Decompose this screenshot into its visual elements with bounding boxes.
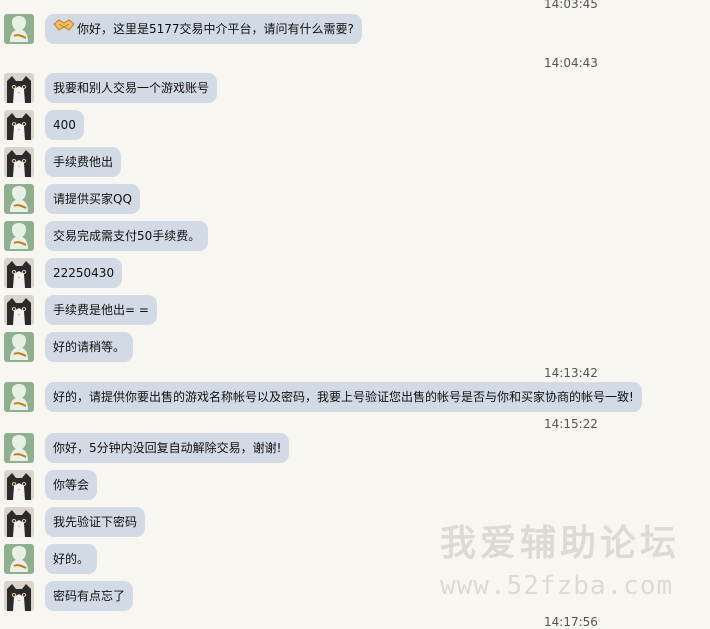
message-bubble: 手续费他出	[45, 147, 122, 177]
timestamp: 14:15:22	[544, 417, 598, 431]
user-avatar-icon[interactable]	[4, 258, 34, 288]
message-bubble: 好的请稍等。	[45, 332, 134, 362]
user-avatar-icon[interactable]	[4, 73, 34, 103]
message-bubble: 你好，这里是5177交易中介平台，请问有什么需要?	[45, 14, 362, 44]
user-avatar-icon[interactable]	[4, 295, 34, 325]
message-bubble: 好的，请提供你要出售的游戏名称帐号以及密码，我要上号验证您出售的帐号是否与你和买…	[45, 382, 642, 412]
agent-avatar-icon[interactable]	[4, 14, 34, 44]
message-bubble: 密码有点忘了	[45, 581, 134, 611]
message-bubble: 交易完成需支付50手续费。	[45, 221, 209, 251]
agent-avatar-icon[interactable]	[4, 332, 34, 362]
agent-avatar-icon[interactable]	[4, 382, 34, 412]
message-bubble: 我先验证下密码	[45, 507, 146, 537]
handshake-icon	[53, 13, 75, 43]
agent-avatar-icon[interactable]	[4, 184, 34, 214]
agent-avatar-icon[interactable]	[4, 544, 34, 574]
message-bubble: 好的。	[45, 544, 98, 574]
message-bubble: 请提供买家QQ	[45, 184, 140, 214]
agent-avatar-icon[interactable]	[4, 221, 34, 251]
user-avatar-icon[interactable]	[4, 507, 34, 537]
watermark-title: 我爱辅助论坛	[440, 523, 681, 564]
timestamp: 14:03:45	[544, 0, 598, 11]
watermark-url: www.52fzba.com	[440, 571, 674, 601]
message-bubble: 400	[45, 110, 84, 140]
user-avatar-icon[interactable]	[4, 470, 34, 500]
message-bubble: 你好，5分钟内没回复自动解除交易，谢谢!	[45, 433, 290, 463]
user-avatar-icon[interactable]	[4, 581, 34, 611]
timestamp: 14:13:42	[544, 366, 598, 380]
timestamp: 14:04:43	[544, 56, 598, 70]
user-avatar-icon[interactable]	[4, 110, 34, 140]
message-bubble: 你等会	[45, 470, 98, 500]
message-bubble: 我要和别人交易一个游戏账号	[45, 73, 218, 103]
agent-avatar-icon[interactable]	[4, 433, 34, 463]
message-text: 你好，这里是5177交易中介平台，请问有什么需要?	[77, 22, 354, 36]
user-avatar-icon[interactable]	[4, 147, 34, 177]
message-bubble: 手续费是他出= =	[45, 295, 157, 325]
message-bubble: 22250430	[45, 258, 123, 288]
